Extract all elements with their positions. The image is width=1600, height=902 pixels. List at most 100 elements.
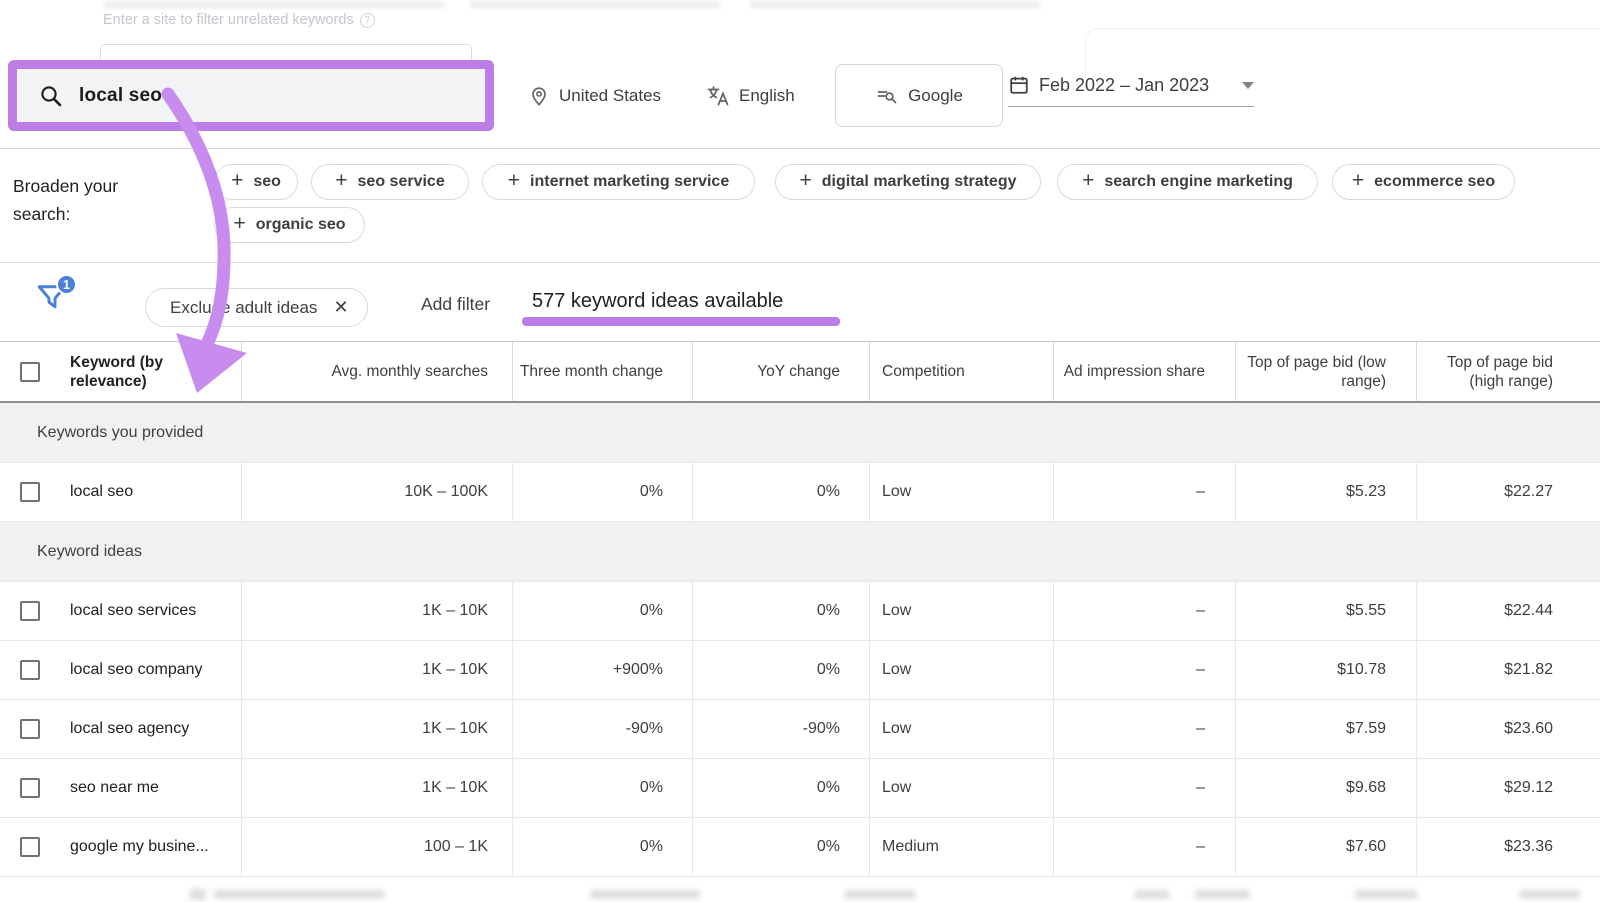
top-cutoff-blur <box>750 2 1040 8</box>
ad-share-cell: – <box>1053 700 1235 758</box>
col-header-avg-monthly-searches[interactable]: Avg. monthly searches <box>241 342 512 401</box>
translate-icon <box>706 84 730 108</box>
col-header-yoy-change[interactable]: YoY change <box>692 342 869 401</box>
row-checkbox[interactable] <box>20 837 40 857</box>
three-month-cell: 0% <box>512 463 692 521</box>
language-setting[interactable]: English <box>706 84 795 108</box>
broaden-chip-digital-marketing-strategy[interactable]: + digital marketing strategy <box>775 164 1041 200</box>
bottom-cutoff-blur <box>845 890 915 899</box>
search-icon <box>39 84 63 108</box>
broaden-chip-search-engine-marketing[interactable]: + search engine marketing <box>1057 164 1318 200</box>
bottom-cutoff-blur <box>1355 890 1417 899</box>
row-checkbox[interactable] <box>20 778 40 798</box>
competition-cell: Low <box>869 641 1053 699</box>
close-icon[interactable]: ✕ <box>333 297 348 318</box>
ad-share-cell: – <box>1053 759 1235 817</box>
avg-searches-cell: 1K – 10K <box>241 582 512 640</box>
avg-searches-cell: 1K – 10K <box>241 759 512 817</box>
bottom-cutoff-blur <box>1135 890 1169 899</box>
calendar-icon <box>1008 74 1030 96</box>
ad-share-cell: – <box>1053 818 1235 876</box>
active-filter-label: Exclude adult ideas <box>170 298 317 318</box>
competition-cell: Low <box>869 582 1053 640</box>
yoy-cell: 0% <box>692 818 869 876</box>
broaden-chip-seo[interactable]: + seo <box>214 164 298 200</box>
broaden-chip-ecommerce-seo[interactable]: + ecommerce seo <box>1332 164 1515 200</box>
active-filter-chip[interactable]: Exclude adult ideas ✕ <box>145 288 368 327</box>
table-row: local seo services 1K – 10K 0% 0% Low – … <box>0 582 1600 641</box>
table-row: local seo agency 1K – 10K -90% -90% Low … <box>0 700 1600 759</box>
three-month-cell: -90% <box>512 700 692 758</box>
bid-low-cell: $9.68 <box>1235 759 1416 817</box>
chip-label: internet marketing service <box>530 173 729 191</box>
keyword-cell: local seo services <box>60 582 241 640</box>
location-label: United States <box>559 86 661 106</box>
keyword-cell: google my busine... <box>60 818 241 876</box>
col-header-top-bid-low[interactable]: Top of page bid (low range) <box>1235 342 1416 401</box>
broaden-search-label: Broaden your search: <box>13 172 118 228</box>
plus-icon: + <box>508 169 520 193</box>
yoy-cell: 0% <box>692 759 869 817</box>
site-filter-label: Enter a site to filter unrelated keyword… <box>103 12 375 28</box>
col-header-ad-impression-share[interactable]: Ad impression share <box>1053 342 1235 401</box>
caret-down-icon[interactable] <box>1242 82 1254 89</box>
plus-icon: + <box>231 169 243 193</box>
ad-share-cell: – <box>1053 641 1235 699</box>
avg-searches-cell: 1K – 10K <box>241 700 512 758</box>
competition-cell: Low <box>869 700 1053 758</box>
competition-cell: Low <box>869 759 1053 817</box>
search-input-value[interactable]: local seo <box>79 85 162 107</box>
bid-low-cell: $7.59 <box>1235 700 1416 758</box>
row-checkbox[interactable] <box>20 601 40 621</box>
bid-high-cell: $22.27 <box>1416 463 1600 521</box>
date-range-picker[interactable]: Feb 2022 – Jan 2023 <box>1008 74 1254 107</box>
bottom-cutoff-blur <box>590 890 700 899</box>
keyword-search-box[interactable]: local seo <box>8 60 494 131</box>
language-label: English <box>739 86 795 106</box>
col-header-keyword[interactable]: Keyword (by relevance) <box>60 342 241 401</box>
broaden-chip-seo-service[interactable]: + seo service <box>311 164 469 200</box>
avg-searches-cell: 1K – 10K <box>241 641 512 699</box>
row-checkbox[interactable] <box>20 660 40 680</box>
three-month-cell: 0% <box>512 759 692 817</box>
ad-share-cell: – <box>1053 582 1235 640</box>
add-filter-button[interactable]: Add filter <box>421 294 490 315</box>
divider <box>0 148 1600 149</box>
help-icon[interactable]: ? <box>360 13 375 28</box>
avg-searches-cell: 100 – 1K <box>241 818 512 876</box>
bottom-cutoff-blur <box>190 889 206 900</box>
chip-label: seo service <box>358 173 445 191</box>
select-all-checkbox[interactable] <box>20 362 40 382</box>
row-checkbox[interactable] <box>20 719 40 739</box>
chip-label: search engine marketing <box>1104 173 1293 191</box>
chip-label: ecommerce seo <box>1374 173 1495 191</box>
col-header-three-month-change[interactable]: Three month change <box>512 342 692 401</box>
yoy-cell: 0% <box>692 641 869 699</box>
top-cutoff-blur <box>104 2 444 8</box>
bid-low-cell: $5.23 <box>1235 463 1416 521</box>
col-header-competition[interactable]: Competition <box>869 342 1053 401</box>
chip-label: digital marketing strategy <box>822 173 1017 191</box>
broaden-chip-organic-seo[interactable]: + organic seo <box>214 207 365 243</box>
avg-searches-cell: 10K – 100K <box>241 463 512 521</box>
broaden-chip-internet-marketing-service[interactable]: + internet marketing service <box>482 164 755 200</box>
network-setting[interactable]: Google <box>835 64 1003 127</box>
location-setting[interactable]: United States <box>528 84 661 108</box>
section-row-keyword-ideas: Keyword ideas <box>0 522 1600 582</box>
yoy-cell: 0% <box>692 463 869 521</box>
table-row: local seo 10K – 100K 0% 0% Low – $5.23 $… <box>0 463 1600 522</box>
row-checkbox[interactable] <box>20 482 40 502</box>
col-header-top-bid-high[interactable]: Top of page bid (high range) <box>1416 342 1600 401</box>
table-row: google my busine... 100 – 1K 0% 0% Mediu… <box>0 818 1600 877</box>
top-cutoff-blur <box>470 2 720 8</box>
plus-icon: + <box>335 169 347 193</box>
plus-icon: + <box>800 169 812 193</box>
three-month-cell: 0% <box>512 582 692 640</box>
search-terms-icon <box>875 84 899 108</box>
plus-icon: + <box>1352 169 1364 193</box>
filter-button[interactable]: 1 <box>34 280 86 326</box>
keyword-cell: seo near me <box>60 759 241 817</box>
keyword-cell: local seo agency <box>60 700 241 758</box>
three-month-cell: 0% <box>512 818 692 876</box>
keyword-planner-screen: Enter a site to filter unrelated keyword… <box>0 0 1600 902</box>
